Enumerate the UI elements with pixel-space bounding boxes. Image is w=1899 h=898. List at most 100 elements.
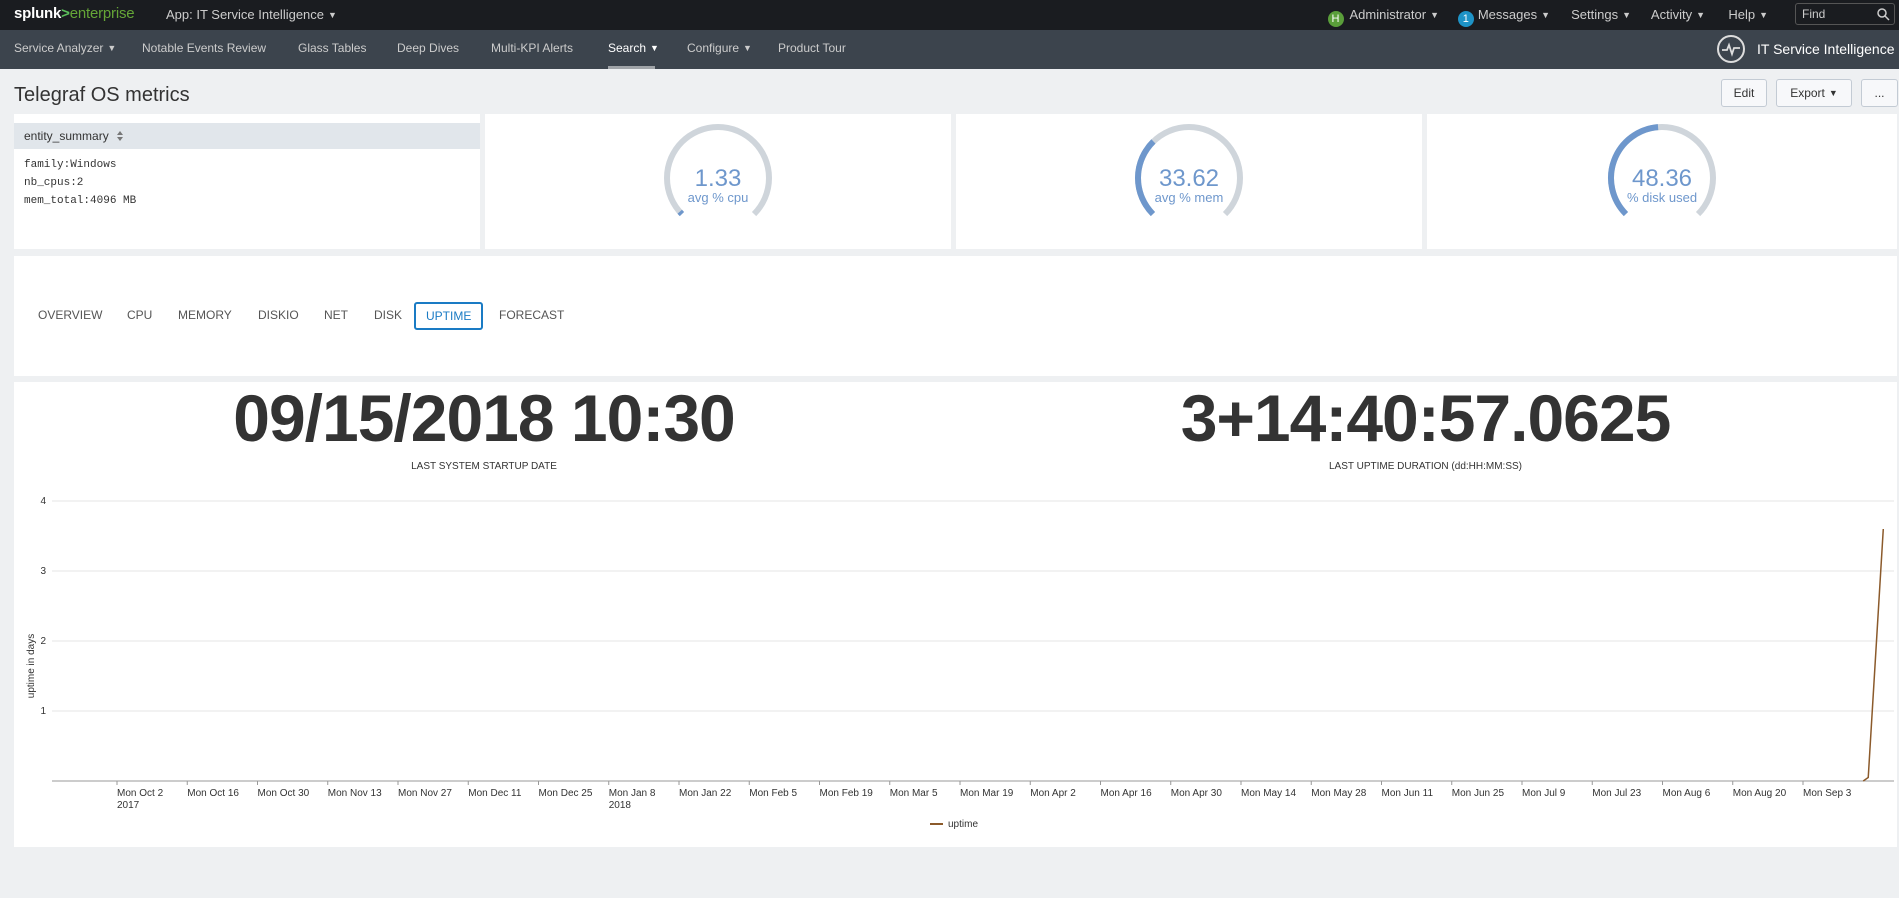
disk-gauge-panel: 48.36% disk used: [1427, 114, 1897, 249]
x-tick-label: 2017: [117, 800, 140, 811]
tab-forecast[interactable]: FORECAST: [499, 308, 564, 322]
app-menu-label: App: IT Service Intelligence: [166, 7, 325, 22]
x-tick-label: Mon Jan 8: [609, 788, 656, 799]
brand-splunk: splunk: [14, 5, 62, 22]
help-menu-label: Help: [1728, 7, 1756, 22]
nav-multi-kpi-alerts[interactable]: Multi-KPI Alerts: [491, 41, 573, 55]
find-input[interactable]: [1796, 4, 1876, 24]
nav-label: Multi-KPI Alerts: [491, 41, 574, 55]
app-menu[interactable]: App: IT Service Intelligence ▼: [166, 7, 337, 22]
gauge-value: 48.36: [1632, 165, 1692, 192]
x-tick-label: Mon Nov 13: [328, 788, 382, 799]
user-menu-label: Administrator: [1349, 7, 1427, 22]
gauge-label: % disk used: [1627, 190, 1697, 205]
gauge-fill: [1135, 139, 1156, 217]
x-tick-label: Mon Jun 25: [1452, 788, 1505, 799]
chart-legend: uptime: [930, 819, 978, 830]
more-actions-button[interactable]: ...: [1861, 79, 1898, 107]
mem-gauge: 33.62avg % mem: [1135, 124, 1243, 217]
x-tick-label: Mon Oct 2: [117, 788, 164, 799]
chevron-down-icon: ▼: [743, 43, 752, 53]
entity-summary-column-header[interactable]: entity_summary: [14, 123, 480, 149]
tab-diskio[interactable]: DISKIO: [258, 308, 299, 322]
edit-button[interactable]: Edit: [1721, 79, 1767, 107]
summary-line: mem_total:4096 MB: [24, 195, 137, 207]
x-tick-label: Mon Feb 19: [820, 788, 874, 799]
gauge-label: avg % cpu: [688, 190, 749, 205]
nav-label: Configure: [687, 41, 740, 55]
nav-service-analyzer[interactable]: Service Analyzer ▼: [14, 41, 116, 55]
chevron-down-icon: ▼: [1759, 10, 1768, 20]
mem-gauge-panel: 33.62 avg % mem: [956, 114, 1422, 249]
nav-product-tour[interactable]: Product Tour: [778, 41, 846, 55]
entity-summary-header-label: entity_summary: [24, 129, 109, 143]
y-axis-label: uptime in days: [26, 634, 37, 698]
search-icon[interactable]: [1876, 7, 1890, 21]
last-startup-date-value: 09/15/2018 10:30: [233, 381, 735, 455]
chevron-down-icon: ▼: [1622, 10, 1631, 20]
find-box: [1795, 3, 1895, 25]
x-tick-label: Mon May 14: [1241, 788, 1296, 799]
messages-menu[interactable]: 1 Messages ▼: [1457, 7, 1550, 27]
tab-overview[interactable]: OVERVIEW: [38, 308, 102, 322]
x-tick-label: Mon Oct 16: [187, 788, 239, 799]
tab-disk[interactable]: DISK: [374, 308, 402, 322]
activity-menu[interactable]: Activity ▼: [1651, 7, 1705, 22]
legend-label: uptime: [948, 819, 978, 830]
app-nav-bar: Service Analyzer ▼ Notable Events Review …: [0, 30, 1899, 69]
itsi-pulse-icon: [1717, 35, 1745, 63]
tab-cpu[interactable]: CPU: [127, 308, 152, 322]
cpu-gauge: 1.33avg % cpu: [664, 124, 772, 217]
nav-active-indicator: [608, 66, 655, 69]
chevron-down-icon: ▼: [1696, 10, 1705, 20]
chevron-down-icon: ▼: [107, 43, 117, 53]
x-tick-label: Mon Sep 3: [1803, 788, 1852, 799]
summary-line: nb_cpus:2: [24, 177, 84, 189]
help-menu[interactable]: Help ▼: [1728, 7, 1768, 22]
nav-deep-dives[interactable]: Deep Dives: [397, 41, 459, 55]
avatar: H: [1327, 11, 1344, 27]
last-uptime-duration-label: LAST UPTIME DURATION (dd:HH:MM:SS): [1329, 461, 1522, 472]
gauge-label: avg % mem: [1155, 190, 1224, 205]
x-tick-label: Mon Jul 23: [1592, 788, 1641, 799]
x-tick-label: Mon Mar 19: [960, 788, 1014, 799]
tab-net[interactable]: NET: [324, 308, 348, 322]
page-title: Telegraf OS metrics: [14, 84, 190, 106]
chevron-down-icon: ▼: [1541, 10, 1550, 20]
tab-memory[interactable]: MEMORY: [178, 308, 232, 322]
chevron-down-icon: ▼: [1828, 88, 1838, 98]
x-tick-label: Mon Apr 2: [1030, 788, 1076, 799]
splunk-logo[interactable]: splunk>enterprise: [14, 5, 135, 22]
x-tick-label: 2018: [609, 800, 632, 811]
nav-label: Notable Events Review: [142, 41, 267, 55]
entity-summary-panel: entity_summary family:Windows nb_cpus:2 …: [14, 114, 480, 249]
gauge-value: 33.62: [1159, 165, 1219, 192]
last-uptime-duration-value: 3+14:40:57.0625: [1180, 381, 1672, 455]
cpu-gauge-panel: 1.33 avg % cpu: [485, 114, 951, 249]
messages-menu-label: Messages: [1477, 7, 1538, 22]
tab-uptime[interactable]: UPTIME: [414, 302, 484, 330]
user-menu[interactable]: H Administrator ▼: [1327, 7, 1439, 27]
nav-label: Product Tour: [778, 41, 846, 55]
summary-line: family:Windows: [24, 159, 117, 171]
nav-configure[interactable]: Configure ▼: [687, 41, 752, 55]
gauge-fill: [677, 209, 685, 217]
nav-glass-tables[interactable]: Glass Tables: [298, 41, 366, 55]
nav-notable-events-review[interactable]: Notable Events Review: [142, 41, 266, 55]
uptime-line-chart: 1 2 3 4 uptime in days Mon Oct 22017 Mon Oct 1…: [26, 496, 1894, 830]
export-button-label: Export: [1790, 86, 1825, 100]
x-tick-label: Mon Jun 11: [1382, 788, 1434, 799]
x-tick-label: Mon Apr 16: [1101, 788, 1153, 799]
settings-menu[interactable]: Settings ▼: [1571, 7, 1631, 22]
settings-menu-label: Settings: [1571, 7, 1619, 22]
x-tick-label: Mon Dec 25: [539, 788, 593, 799]
nav-label: Deep Dives: [397, 41, 460, 55]
y-tick-label: 3: [40, 566, 46, 577]
y-tick-label: 1: [40, 706, 46, 717]
export-button[interactable]: Export ▼: [1776, 79, 1852, 107]
x-tick-label: Mon Aug 20: [1733, 788, 1787, 799]
itsi-app-brand[interactable]: IT Service Intelligence: [1717, 33, 1899, 66]
x-tick-label: Mon Jul 9: [1522, 788, 1566, 799]
x-tick-label: Mon Dec 11: [468, 788, 522, 799]
nav-search[interactable]: Search ▼: [608, 41, 659, 55]
